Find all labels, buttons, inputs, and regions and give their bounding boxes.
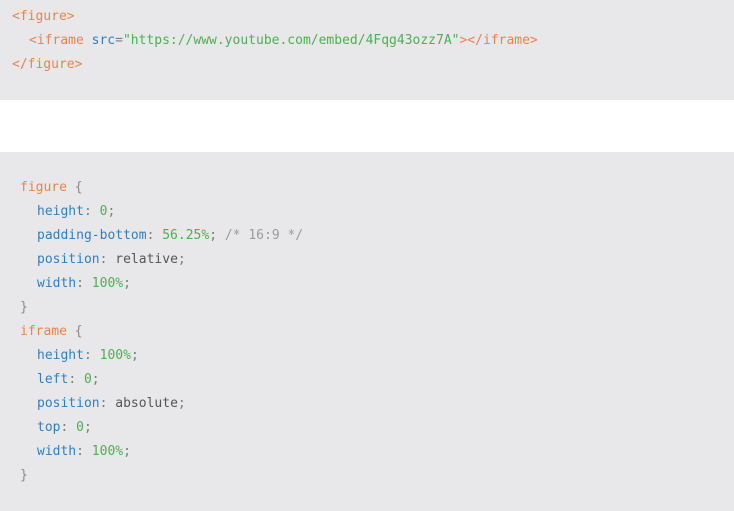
equals-sign: = — [115, 33, 123, 48]
semicolon: ; — [91, 372, 100, 387]
css-selector: iframe — [20, 324, 67, 339]
css-value: 100% — [99, 348, 131, 363]
colon: : — [83, 204, 100, 219]
css-value: absolute — [115, 396, 178, 411]
css-value: 100% — [91, 276, 124, 291]
css-declaration: position: relative; — [20, 248, 734, 272]
css-value: 56.25% — [162, 228, 210, 243]
css-value: 0 — [83, 372, 92, 387]
html-code-block: <figure> <iframe src="https://www.youtub… — [0, 0, 734, 100]
colon: : — [68, 372, 84, 387]
semicolon: ; — [209, 228, 218, 243]
css-declaration: position: absolute; — [20, 392, 734, 416]
iframe-open-tag: <iframe — [29, 33, 84, 48]
semicolon: ; — [177, 396, 186, 411]
css-close-line: } — [20, 464, 734, 488]
semicolon: ; — [123, 276, 131, 291]
code-line: <figure> — [12, 5, 734, 29]
css-property: height — [37, 348, 84, 363]
css-declaration: height: 0; — [20, 200, 734, 224]
colon: : — [99, 252, 116, 267]
src-value: "https://www.youtube.com/embed/4Fqg43ozz… — [122, 33, 460, 48]
css-value: 100% — [91, 444, 124, 459]
semicolon: ; — [177, 252, 186, 267]
css-value: relative — [115, 252, 178, 267]
close-brace: } — [20, 468, 28, 483]
semicolon: ; — [123, 444, 131, 459]
iframe-close-tag: ></iframe> — [459, 33, 538, 48]
css-property: width — [37, 276, 77, 291]
css-property: left — [37, 372, 69, 387]
css-selector-line: iframe { — [20, 320, 734, 344]
css-property: width — [37, 444, 77, 459]
open-brace: { — [74, 180, 83, 195]
css-declaration: width: 100%; — [20, 440, 734, 464]
css-declaration: left: 0; — [20, 368, 734, 392]
code-line: </figure> — [12, 53, 734, 77]
css-selector: figure — [20, 180, 67, 195]
src-attribute: src — [91, 33, 116, 48]
colon: : — [76, 276, 92, 291]
close-brace: } — [20, 300, 28, 315]
open-brace: { — [74, 324, 83, 339]
css-selector-line: figure { — [20, 176, 734, 200]
css-property: position — [37, 396, 100, 411]
colon: : — [76, 444, 92, 459]
css-declaration: height: 100%; — [20, 344, 734, 368]
semicolon: ; — [83, 420, 92, 435]
css-comment: /* 16:9 */ — [224, 228, 304, 243]
css-property: padding-bottom — [37, 228, 147, 243]
semicolon: ; — [107, 204, 116, 219]
colon: : — [60, 420, 77, 435]
semicolon: ; — [130, 348, 139, 363]
css-property: height — [37, 204, 84, 219]
css-close-line: } — [20, 296, 734, 320]
css-code-block: figure {height: 0; padding-bottom: 56.25%… — [0, 152, 734, 511]
colon: : — [146, 228, 163, 243]
css-declaration: padding-bottom: 56.25%; /* 16:9 */ — [20, 224, 734, 248]
css-property: position — [37, 252, 100, 267]
figure-open-tag: <figure> — [12, 9, 75, 24]
css-value: 0 — [76, 420, 84, 435]
css-declaration: width: 100%; — [20, 272, 734, 296]
code-line: <iframe src="https://www.youtube.com/emb… — [12, 29, 734, 53]
css-declaration: top: 0; — [20, 416, 734, 440]
css-rules: figure {height: 0; padding-bottom: 56.25%… — [20, 176, 734, 488]
figure-close-tag: </figure> — [12, 57, 83, 72]
colon: : — [83, 348, 100, 363]
css-property: top — [37, 420, 61, 435]
colon: : — [99, 396, 116, 411]
